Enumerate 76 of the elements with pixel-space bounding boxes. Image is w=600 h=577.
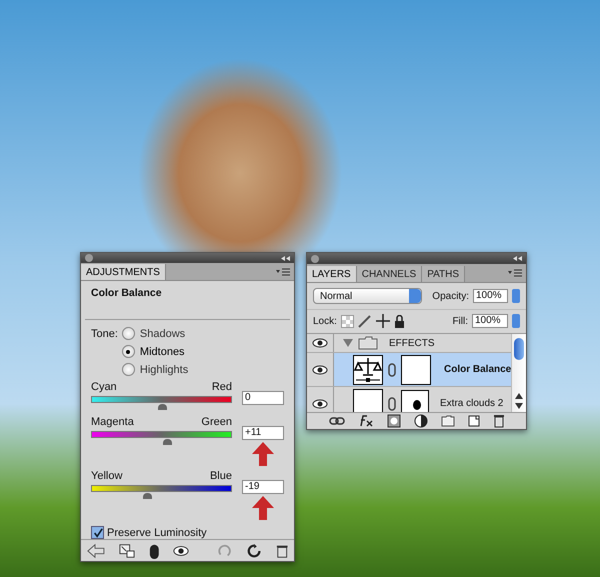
balance-scale-icon [353, 354, 383, 384]
value-field[interactable]: +11 [242, 426, 284, 440]
tone-radio[interactable]: Highlights [122, 362, 188, 378]
chain-link-icon[interactable] [388, 396, 396, 410]
fill-label: Fill: [452, 316, 468, 326]
reset-icon[interactable] [247, 542, 262, 559]
color-slider[interactable] [91, 396, 232, 410]
color-slider[interactable] [91, 485, 232, 500]
lock-transparency-icon[interactable] [340, 314, 354, 328]
back-arrow-icon[interactable] [87, 542, 105, 559]
slider-thumb[interactable] [163, 439, 172, 446]
mask-icon[interactable] [386, 414, 400, 428]
close-icon[interactable] [311, 254, 319, 262]
eye-icon[interactable] [312, 338, 328, 348]
layer-mask-thumbnail [401, 354, 431, 384]
folder-icon[interactable] [440, 415, 454, 427]
eye-icon[interactable] [312, 364, 328, 374]
tone-label: Tone: [91, 327, 118, 342]
panel-tab[interactable]: CHANNELS [356, 266, 422, 282]
slider-thumb[interactable] [158, 404, 166, 410]
adjustment-title: Color Balance [85, 281, 290, 320]
color-slider[interactable] [91, 431, 232, 446]
opacity-field[interactable]: 100% [472, 289, 508, 303]
checkbox-label[interactable]: Preserve Luminosity [107, 526, 207, 539]
expand-triangle-icon[interactable] [343, 339, 353, 347]
menu-icon[interactable] [508, 269, 522, 277]
menu-icon[interactable] [276, 268, 290, 276]
arrow-icon [252, 496, 274, 520]
collapse-icon[interactable] [513, 256, 522, 261]
chain-link-icon[interactable] [388, 362, 396, 376]
trash-icon[interactable] [276, 542, 288, 559]
new-layer-icon[interactable] [468, 415, 480, 427]
layer-row[interactable]: EFFECTS [307, 334, 512, 353]
panel-tab[interactable]: ADJUSTMENTS [81, 264, 166, 280]
eye-icon[interactable] [173, 544, 190, 557]
blend-mode-dropdown[interactable]: Normal [313, 288, 422, 304]
layer-name: Extra clouds 2 [440, 398, 504, 409]
panel-tab[interactable]: PATHS [422, 266, 466, 282]
value-field[interactable]: -19 [242, 480, 284, 494]
layer-name: EFFECTS [389, 338, 435, 348]
arrow-icon [252, 442, 274, 466]
fill-field[interactable]: 100% [472, 314, 508, 328]
expand-icon[interactable] [118, 542, 135, 559]
collapse-icon[interactable] [281, 256, 290, 261]
scrollbar[interactable] [511, 334, 526, 412]
opacity-label: Opacity: [432, 290, 469, 302]
eye-icon[interactable] [312, 398, 328, 408]
slider-right-label: Green [201, 416, 232, 428]
trash-icon[interactable] [492, 414, 504, 428]
half-circle-icon[interactable] [414, 414, 428, 428]
slider-thumb[interactable] [143, 493, 152, 500]
slider-left-label: Yellow [91, 470, 122, 482]
tone-radio[interactable]: Midtones [122, 344, 188, 360]
checkbox[interactable] [91, 526, 104, 540]
scroll-up-icon[interactable] [515, 393, 524, 399]
tone-radio[interactable]: Shadows [122, 326, 188, 342]
brush-icon[interactable] [358, 314, 372, 328]
slider-right-label: Red [212, 381, 232, 394]
slider-right-label: Blue [210, 470, 232, 482]
transparent-thumbnail [353, 388, 383, 412]
panel-tab[interactable]: LAYERS [307, 266, 357, 282]
folder-icon [358, 336, 378, 350]
lock-label: Lock: [313, 316, 337, 326]
scroll-down-icon[interactable] [515, 403, 524, 409]
slider-left-label: Cyan [91, 381, 117, 394]
layer-name: Color Balance [444, 364, 512, 375]
move-icon[interactable] [376, 314, 390, 328]
value-field[interactable]: 0 [242, 391, 284, 406]
slider-left-label: Magenta [91, 416, 134, 428]
close-icon[interactable] [85, 254, 93, 262]
effects-icon[interactable] [358, 415, 374, 427]
scroll-thumb[interactable] [514, 338, 524, 360]
layer-row[interactable]: Color Balance [307, 353, 512, 387]
layer-mask-thumbnail [401, 390, 429, 412]
lock-icon[interactable] [394, 314, 405, 328]
link-icon[interactable] [328, 416, 344, 426]
